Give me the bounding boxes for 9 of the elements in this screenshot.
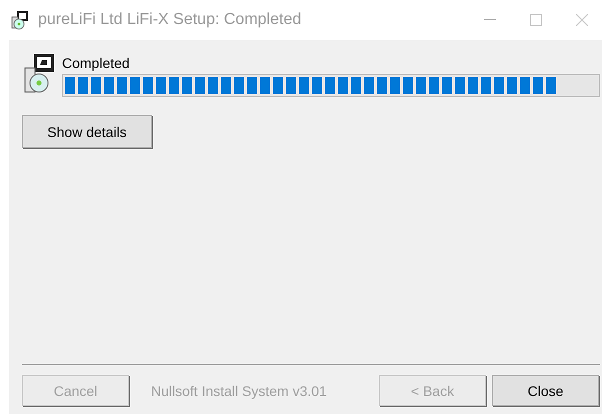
- branding-text: Nullsoft Install System v3.01: [151, 382, 328, 398]
- installer-icon: [10, 10, 30, 30]
- maximize-icon[interactable]: [530, 14, 542, 26]
- minimize-icon[interactable]: [484, 19, 496, 21]
- window-title: pureLiFi Ltd LiFi-X Setup: Completed: [38, 11, 302, 29]
- status-text: Completed: [62, 54, 131, 73]
- close-button[interactable]: Close: [492, 375, 599, 406]
- close-icon[interactable]: [576, 14, 588, 26]
- show-details-button[interactable]: Show details: [22, 115, 152, 148]
